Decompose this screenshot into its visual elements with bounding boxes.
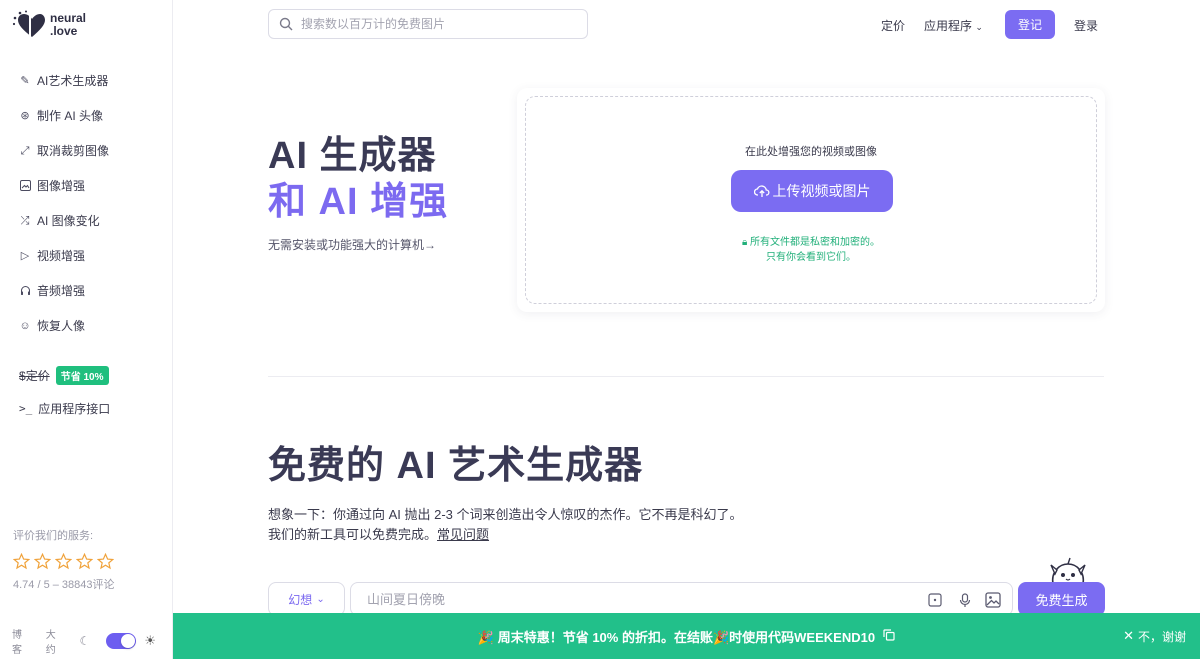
sidebar-item-image-enhance[interactable]: 图像增强: [0, 168, 172, 203]
feather-icon: ✎: [20, 74, 30, 87]
sidebar-item-uncrop[interactable]: ⤢ 取消裁剪图像: [0, 133, 172, 168]
rating-widget: 评价我们的服务: 4.74 / 5 – 38843评论: [13, 527, 115, 592]
sidebar-item-label: AI艺术生成器: [37, 74, 109, 88]
headphones-icon: [19, 285, 31, 297]
prompt-field[interactable]: [350, 582, 1013, 616]
close-icon: ✕: [1123, 628, 1134, 643]
sidebar-item-video-enhance[interactable]: ▷ 视频增强: [0, 238, 172, 273]
sidebar-item-label: AI 图像变化: [37, 214, 100, 228]
upload-title: 在此处增强您的视频或图像: [745, 146, 877, 158]
smile-icon: ☺: [19, 319, 31, 332]
search-icon: [279, 17, 293, 31]
cloud-upload-icon: [753, 185, 769, 197]
hero-title-line1: AI 生成器: [268, 135, 437, 177]
section-divider: [268, 376, 1104, 377]
rating-title: 评价我们的服务:: [13, 530, 94, 542]
privacy-line2: 只有你会看到它们。: [766, 252, 856, 263]
rating-score: 4.74 / 5 – 38843评论: [13, 579, 115, 591]
search-input[interactable]: [301, 17, 581, 31]
sidebar-item-label: 制作 AI 头像: [37, 109, 104, 123]
heart-logo-icon: [12, 10, 45, 39]
sidebar-item-label: 图像增强: [37, 179, 86, 193]
prompt-input[interactable]: [367, 591, 907, 607]
art-generator-title: 免费的 AI 艺术生成器: [268, 445, 644, 487]
upload-button[interactable]: 上传视频或图片: [731, 170, 893, 212]
toggle-knob: [121, 634, 136, 648]
promo-dismiss-label: 不，谢谢: [1137, 629, 1186, 644]
privacy-note: 🔒︎ 所有文件都是私密和加密的。 只有你会看到它们。: [526, 235, 1096, 265]
art-generator-description: 想象一下：你通过向 AI 抛出 2-3 个词来创造出令人惊叹的杰作。它不再是科幻…: [268, 505, 743, 545]
nav-apps-menu[interactable]: 应用程序 ⌄: [924, 17, 983, 34]
rating-stars: [13, 553, 115, 570]
discount-badge: 节省 10%: [55, 366, 109, 385]
promo-text: 🎉 周末特惠！节省 10% 的折扣。在结账🎉时使用代码WEEKEND10: [477, 629, 876, 645]
sun-icon: ☀: [144, 633, 156, 648]
dollar-icon: $: [19, 368, 26, 383]
moon-icon: ☾: [79, 634, 91, 648]
sidebar-item-image-variation[interactable]: ⤮ AI 图像变化: [0, 203, 172, 238]
art-desc-line2-text: 我们的新工具可以免费完成。: [268, 527, 438, 542]
generate-button[interactable]: 免费生成: [1018, 582, 1105, 616]
theme-toggle[interactable]: [106, 633, 137, 649]
chevron-down-icon: ⌄: [316, 593, 325, 605]
signup-button[interactable]: 登记: [1005, 10, 1055, 39]
nav-pricing-link[interactable]: 定价: [881, 17, 905, 34]
style-select[interactable]: 幻想 ⌄: [268, 582, 345, 616]
terminal-icon: >_: [19, 402, 33, 415]
sidebar-item-audio-enhance[interactable]: 音频增强: [0, 273, 172, 308]
upload-card: 在此处增强您的视频或图像 上传视频或图片 🔒︎ 所有文件都是私密和加密的。 只有…: [517, 88, 1105, 312]
about-link[interactable]: 大约: [46, 626, 64, 656]
image-icon: [19, 180, 31, 192]
sidebar-item-label: 取消裁剪图像: [37, 144, 110, 158]
privacy-line1-text: 所有文件都是私密和加密的。: [750, 237, 881, 248]
dice-icon[interactable]: [927, 592, 943, 608]
expand-icon: ⤢: [20, 144, 30, 157]
search-bar[interactable]: [268, 9, 588, 39]
sidebar-item-ai-art[interactable]: ✎ AI艺术生成器: [0, 63, 172, 98]
sidebar-nav: ✎ AI艺术生成器 ⊛ 制作 AI 头像 ⤢ 取消裁剪图像 图像增强 ⤮ AI …: [0, 63, 172, 343]
sidebar-item-label: 恢复人像: [37, 319, 86, 333]
shuffle-icon: ⤮: [20, 214, 30, 227]
star-icon[interactable]: [55, 553, 72, 570]
aperture-icon: ⊛: [20, 109, 30, 122]
upload-button-label: 上传视频或图片: [772, 183, 871, 199]
privacy-line1: 🔒︎ 所有文件都是私密和加密的。: [526, 235, 1096, 250]
star-icon[interactable]: [34, 553, 51, 570]
brand-name: neural .love: [50, 12, 86, 38]
star-icon[interactable]: [97, 553, 114, 570]
promo-dismiss-button[interactable]: ✕ 不，谢谢: [1123, 613, 1186, 659]
sidebar-footer: 博客 大约 ☾ ☀: [12, 626, 172, 656]
sidebar-item-label: 视频增强: [37, 249, 86, 263]
upload-dropzone[interactable]: 在此处增强您的视频或图像 上传视频或图片 🔒︎ 所有文件都是私密和加密的。 只有…: [525, 96, 1097, 304]
sidebar-item-label: 音频增强: [37, 284, 86, 298]
lock-icon: 🔒︎: [741, 237, 751, 248]
sidebar-item-avatar[interactable]: ⊛ 制作 AI 头像: [0, 98, 172, 133]
sidebar-item-restore-portrait[interactable]: ☺ 恢复人像: [0, 308, 172, 343]
copy-icon[interactable]: [883, 628, 895, 644]
brand-name-line2: .love: [50, 24, 78, 38]
login-link[interactable]: 登录: [1074, 17, 1098, 34]
promo-banner: 🎉 周末特惠！节省 10% 的折扣。在结账🎉时使用代码WEEKEND10 ✕ 不…: [173, 613, 1200, 659]
sidebar-item-pricing[interactable]: $ 定价 节省 10%: [19, 366, 109, 385]
image-upload-icon[interactable]: [985, 592, 1001, 608]
sidebar-pricing-label: 定价: [25, 369, 50, 383]
nav-apps-label: 应用程序: [924, 19, 973, 33]
play-icon: ▷: [20, 249, 30, 262]
sidebar-item-api[interactable]: >_ 应用程序接口: [19, 400, 110, 417]
logo[interactable]: neural .love: [12, 10, 86, 40]
star-icon[interactable]: [76, 553, 93, 570]
art-desc-line1: 想象一下：你通过向 AI 抛出 2-3 个词来创造出令人惊叹的杰作。它不再是科幻…: [268, 507, 743, 522]
hero-title-line2: 和 AI 增强: [268, 181, 449, 223]
sidebar: neural .love ✎ AI艺术生成器 ⊛ 制作 AI 头像 ⤢ 取消裁剪…: [0, 0, 173, 659]
chevron-down-icon: ⌄: [975, 22, 983, 32]
hero-subtitle-link[interactable]: 无需安装或功能强大的计算机→: [268, 236, 436, 253]
sidebar-api-label: 应用程序接口: [38, 402, 111, 416]
star-icon[interactable]: [13, 553, 30, 570]
art-desc-line2: 我们的新工具可以免费完成。常见问题: [268, 525, 743, 545]
blog-link[interactable]: 博客: [12, 626, 30, 656]
style-select-value: 幻想: [288, 592, 313, 607]
faq-link[interactable]: 常见问题: [437, 527, 489, 542]
microphone-icon[interactable]: [957, 592, 973, 608]
